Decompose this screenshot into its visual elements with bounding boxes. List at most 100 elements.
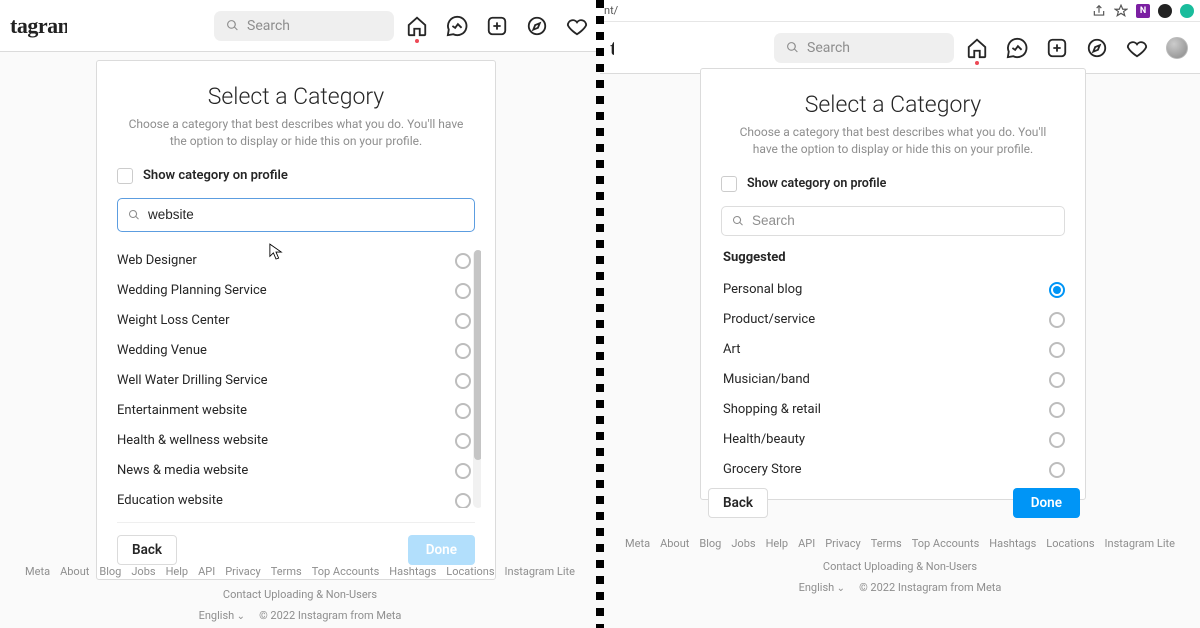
category-option[interactable]: Wedding Planning Service (111, 276, 481, 306)
search-icon (226, 19, 239, 32)
category-search[interactable] (721, 206, 1065, 236)
footer-link[interactable]: Meta (625, 537, 650, 550)
footer-link[interactable]: Blog (99, 565, 121, 578)
brand-logo[interactable]: tagram (610, 35, 614, 61)
explore-icon[interactable] (1086, 37, 1108, 59)
radio-icon[interactable] (1049, 462, 1065, 478)
category-option[interactable]: Well Water Drilling Service (111, 366, 481, 396)
top-nav: tagram Search (0, 0, 600, 52)
category-option[interactable]: News & media website (111, 456, 481, 486)
profile-avatar[interactable] (1166, 37, 1188, 59)
home-icon[interactable] (406, 15, 428, 37)
footer-link[interactable]: Jobs (731, 537, 755, 550)
radio-icon[interactable] (1049, 342, 1065, 358)
category-option[interactable]: Product/service (721, 305, 1065, 335)
show-on-profile-label: Show category on profile (143, 168, 288, 183)
radio-icon[interactable] (455, 463, 471, 479)
done-button[interactable]: Done (408, 535, 475, 565)
footer-link[interactable]: Top Accounts (912, 537, 980, 550)
language-selector[interactable]: English (199, 609, 245, 622)
star-icon[interactable] (1114, 4, 1128, 18)
category-option[interactable]: Entertainment website (111, 396, 481, 426)
ext-black-icon[interactable] (1158, 4, 1172, 18)
language-selector[interactable]: English (799, 581, 845, 594)
copyright: © 2022 Instagram from Meta (859, 581, 1001, 594)
category-option[interactable]: Wedding Venue (111, 336, 481, 366)
footer-link[interactable]: Hashtags (389, 565, 436, 578)
address-bar[interactable]: nt/ (604, 4, 618, 17)
radio-icon[interactable] (455, 373, 471, 389)
share-icon[interactable] (1092, 4, 1106, 18)
explore-icon[interactable] (526, 15, 548, 37)
radio-icon[interactable] (1049, 432, 1065, 448)
new-post-icon[interactable] (486, 15, 508, 37)
radio-icon[interactable] (455, 283, 471, 299)
category-option[interactable]: Personal blog (721, 275, 1065, 305)
brand-logo[interactable]: tagram (10, 13, 67, 39)
footer-link[interactable]: Terms (271, 565, 302, 578)
category-search-input[interactable] (148, 207, 464, 222)
footer-link[interactable]: Contact Uploading & Non-Users (823, 560, 977, 573)
activity-icon[interactable] (1126, 37, 1148, 59)
footer-link[interactable]: Privacy (225, 565, 261, 578)
category-option[interactable]: Web Designer (111, 246, 481, 276)
show-on-profile-checkbox[interactable] (117, 168, 133, 184)
footer-link[interactable]: Privacy (825, 537, 861, 550)
footer-link[interactable]: About (660, 537, 689, 550)
footer-link[interactable]: Instagram Lite (505, 565, 575, 578)
radio-icon[interactable] (455, 433, 471, 449)
show-on-profile-row[interactable]: Show category on profile (117, 168, 475, 184)
footer-link[interactable]: Hashtags (989, 537, 1036, 550)
scrollbar-thumb[interactable] (474, 250, 481, 460)
category-option[interactable]: Education website (111, 486, 481, 508)
footer-link[interactable]: Help (166, 565, 189, 578)
category-option[interactable]: Musician/band (721, 365, 1065, 395)
category-option[interactable]: Weight Loss Center (111, 306, 481, 336)
category-search[interactable] (117, 198, 475, 232)
category-search-input[interactable] (752, 213, 1054, 228)
radio-icon[interactable] (455, 313, 471, 329)
home-icon[interactable] (966, 37, 988, 59)
footer-link[interactable]: Contact Uploading & Non-Users (223, 588, 377, 601)
done-button[interactable]: Done (1013, 488, 1080, 518)
category-option[interactable]: Art (721, 335, 1065, 365)
messenger-icon[interactable] (1006, 37, 1028, 59)
footer-link[interactable]: Help (766, 537, 789, 550)
footer-link[interactable]: Jobs (131, 565, 155, 578)
radio-icon[interactable] (1049, 312, 1065, 328)
back-button[interactable]: Back (117, 535, 177, 565)
category-option[interactable]: Health/beauty (721, 425, 1065, 455)
category-option[interactable]: Grocery Store (721, 455, 1065, 485)
footer-link[interactable]: Blog (699, 537, 721, 550)
footer-link[interactable]: API (798, 537, 815, 550)
category-option[interactable]: Health & wellness website (111, 426, 481, 456)
footer-link[interactable]: Locations (1046, 537, 1094, 550)
radio-icon[interactable] (1049, 372, 1065, 388)
footer-link[interactable]: API (198, 565, 215, 578)
show-on-profile-checkbox[interactable] (721, 176, 737, 192)
activity-icon[interactable] (566, 15, 588, 37)
radio-icon[interactable] (455, 253, 471, 269)
footer-link[interactable]: Locations (446, 565, 494, 578)
messenger-icon[interactable] (446, 15, 468, 37)
scrollbar[interactable]: ▾ (473, 250, 481, 508)
back-button[interactable]: Back (708, 488, 768, 518)
footer-link[interactable]: Terms (871, 537, 902, 550)
footer-link[interactable]: About (60, 565, 89, 578)
radio-icon[interactable] (455, 403, 471, 419)
category-option[interactable]: Shopping & retail (721, 395, 1065, 425)
new-post-icon[interactable] (1046, 37, 1068, 59)
ext-green-icon[interactable] (1180, 4, 1194, 18)
radio-icon[interactable] (455, 493, 471, 508)
category-option-label: Health & wellness website (117, 433, 455, 448)
footer-link[interactable]: Top Accounts (312, 565, 380, 578)
nav-search[interactable]: Search (214, 11, 394, 41)
radio-icon[interactable] (455, 343, 471, 359)
radio-icon[interactable] (1049, 282, 1065, 298)
show-on-profile-row[interactable]: Show category on profile (721, 176, 1065, 192)
nav-search[interactable]: Search (774, 33, 954, 63)
radio-icon[interactable] (1049, 402, 1065, 418)
footer-link[interactable]: Meta (25, 565, 50, 578)
footer-link[interactable]: Instagram Lite (1105, 537, 1175, 550)
ext-onenote-icon[interactable]: N (1136, 4, 1150, 18)
